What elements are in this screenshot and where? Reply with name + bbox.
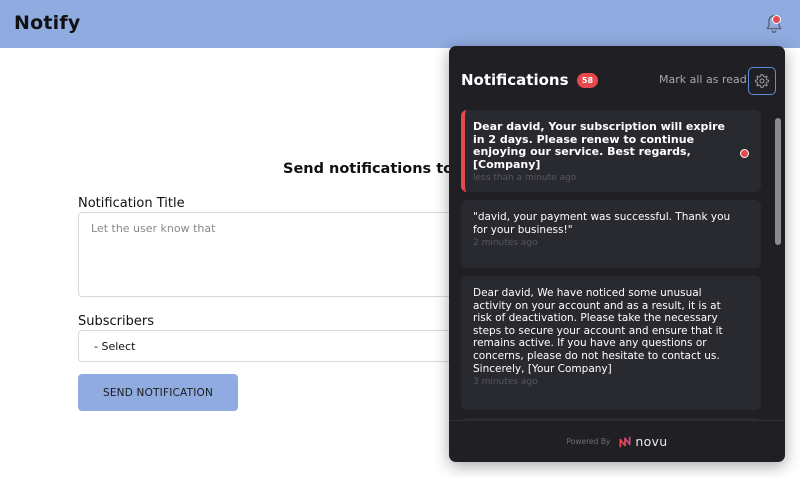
notification-list[interactable]: Dear david, Your subscription will expir… (449, 108, 785, 420)
novu-logo[interactable]: novu (618, 434, 667, 449)
subscribers-label: Subscribers (78, 314, 154, 329)
scrollbar-thumb[interactable] (775, 118, 781, 245)
powered-by-label: Powered By (566, 437, 611, 446)
send-notification-button[interactable]: SEND NOTIFICATION (78, 374, 238, 411)
notification-text: "david, your payment was successful. Tha… (473, 211, 731, 236)
notification-title-input[interactable]: Let the user know that (78, 212, 458, 297)
unread-dot (740, 149, 749, 158)
notification-title-label: Notification Title (78, 196, 185, 211)
notification-time: less than a minute ago (473, 173, 577, 184)
top-bar: Notify (0, 0, 800, 48)
panel-title: Notifications (461, 71, 569, 89)
panel-footer: Powered By novu (449, 420, 785, 462)
app-brand: Notify (14, 12, 81, 34)
notification-time: 2 minutes ago (473, 238, 538, 249)
notification-item[interactable]: "david, your payment was successful. Tha… (461, 200, 761, 268)
notification-item[interactable]: Dear david, We have noticed some unusual… (461, 276, 761, 410)
novu-wordmark: novu (635, 434, 668, 449)
notification-time: 3 minutes ago (473, 377, 538, 388)
mark-all-read-button[interactable]: Mark all as read (659, 73, 747, 86)
notification-item[interactable]: Dear david, Your subscription will expir… (461, 110, 761, 192)
unread-count-badge: 58 (577, 73, 598, 88)
notifications-panel: Notifications 58 Mark all as read Dear d… (449, 46, 785, 462)
bell-unread-dot (772, 15, 781, 24)
notification-text: Dear david, We have noticed some unusual… (473, 287, 723, 375)
gear-icon (754, 74, 770, 88)
notification-text: Dear david, Your subscription will expir… (473, 120, 726, 171)
subscribers-select[interactable]: - Select (78, 330, 458, 362)
novu-logo-icon (619, 435, 631, 448)
settings-button[interactable] (748, 67, 776, 95)
page-title: Send notifications to your subscribers (283, 161, 453, 177)
